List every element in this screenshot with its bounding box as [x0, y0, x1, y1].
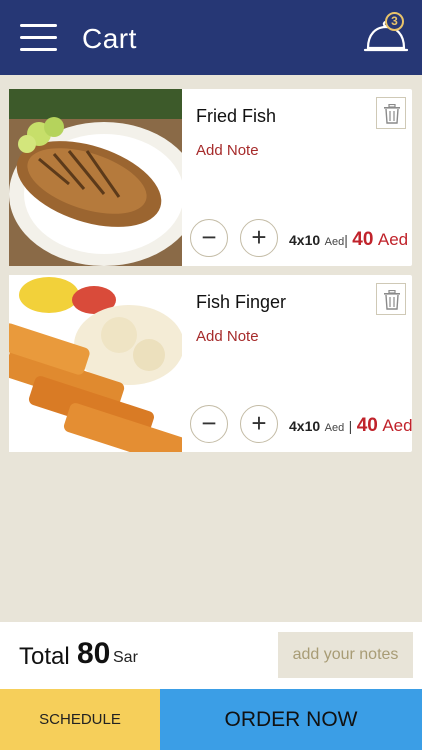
increase-quantity-button[interactable]: +: [240, 219, 278, 257]
order-now-button[interactable]: ORDER NOW: [160, 689, 422, 750]
fish-finger-image: [9, 275, 182, 452]
unit-text: Aed: [324, 422, 345, 434]
add-notes-button[interactable]: add your notes: [278, 632, 413, 678]
price-separator: |: [344, 232, 348, 248]
cart-item: Fish Finger Add Note − + 4x10 Aed | 40 A…: [9, 275, 413, 452]
trash-icon: [384, 104, 400, 124]
delete-item-button[interactable]: [376, 283, 406, 315]
total-bar: Total 80 Sar add your notes: [0, 622, 422, 689]
item-name: Fish Finger: [196, 292, 287, 312]
total-label: Total: [19, 643, 70, 670]
app-header: Cart 3: [0, 0, 422, 75]
decrease-quantity-button[interactable]: −: [190, 405, 228, 443]
unit-text: Aed: [324, 236, 345, 248]
item-price: 40: [356, 415, 378, 436]
item-price-line: 4x10 Aed | 40 Aed: [289, 413, 413, 441]
page-title: Cart: [82, 23, 137, 54]
quantity-text: 4x10: [289, 232, 321, 248]
item-price-line: 4x10 Aed| 40 Aed: [289, 227, 408, 255]
total-currency: Sar: [113, 649, 138, 666]
hamburger-menu-icon[interactable]: [20, 24, 57, 52]
total-value: 80: [77, 637, 111, 670]
decrease-quantity-button[interactable]: −: [190, 219, 228, 257]
fried-fish-image: [9, 89, 182, 266]
delete-item-button[interactable]: [376, 97, 406, 129]
item-currency: Aed: [382, 416, 413, 435]
item-currency: Aed: [377, 230, 409, 249]
cart-count-badge: 3: [385, 12, 404, 31]
quantity-text: 4x10: [289, 418, 321, 434]
item-name: Fried Fish: [196, 106, 277, 126]
price-separator: |: [348, 418, 353, 434]
cart-item: Fried Fish Add Note − + 4x10 Aed| 40 Aed: [9, 89, 412, 266]
add-note-link[interactable]: Add Note: [196, 327, 259, 347]
schedule-button[interactable]: SCHEDULE: [0, 689, 160, 750]
add-note-link[interactable]: Add Note: [196, 141, 259, 161]
trash-icon: [384, 290, 400, 310]
increase-quantity-button[interactable]: +: [240, 405, 278, 443]
item-price: 40: [352, 229, 374, 250]
